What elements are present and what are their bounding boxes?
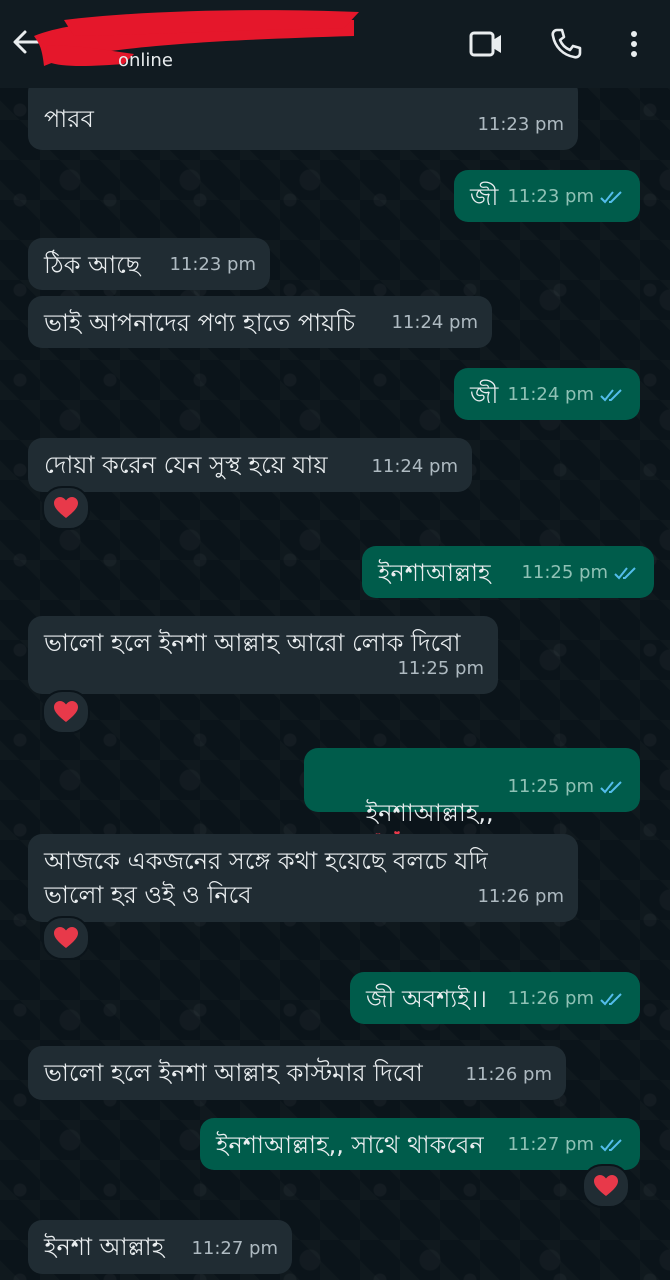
message-incoming[interactable]: ভাই আপনাদের পণ্য হাতে পায়চি 11:24 pm [28,296,492,348]
message-meta: 11:27 pm [191,1232,278,1266]
read-ticks-icon [600,993,622,1006]
message-incoming[interactable]: পারব 11:23 pm [28,78,578,150]
message-list[interactable]: পারব 11:23 pm জী 11:23 pm ঠিক আছে 11:23 … [0,0,670,1280]
message-incoming[interactable]: ইনশা আল্লাহ 11:27 pm [28,1220,292,1274]
heart-icon [594,1175,618,1196]
message-outgoing[interactable]: ইনশাআল্লাহ,, 11:25 pm [304,748,640,859]
redaction-scribble [34,10,359,66]
heart-reaction[interactable] [582,1164,630,1208]
message-meta: 11:24 pm [371,450,458,484]
message-meta: 11:25 pm [521,556,640,590]
message-time: 11:25 pm [507,776,594,797]
message-outgoing[interactable]: জী 11:23 pm [454,170,640,222]
message-time: 11:25 pm [521,562,608,583]
message-meta: 11:23 pm [477,108,564,142]
message-text-span: ইনশাআল্লাহ,, [365,799,494,827]
read-ticks-icon [600,191,622,204]
message-incoming[interactable]: ভালো হলে ইনশা আল্লাহ কাস্টমার দিবো 11:26… [28,1046,566,1100]
message-outgoing[interactable]: জী 11:24 pm [454,368,640,420]
message-incoming[interactable]: দোয়া করেন যেন সুস্থ হয়ে যায় 11:24 pm [28,438,472,492]
message-time: 11:23 pm [169,254,256,275]
message-time: 11:27 pm [191,1238,278,1259]
contact-status: online [118,50,173,71]
message-meta: 11:24 pm [391,306,478,340]
message-incoming[interactable]: ঠিক আছে 11:23 pm [28,238,270,290]
heart-reaction[interactable] [42,916,90,960]
message-time: 11:24 pm [371,456,458,477]
message-time: 11:26 pm [507,988,594,1009]
message-outgoing[interactable]: জী অবশ্যই।। 11:26 pm [350,972,640,1024]
video-call-icon[interactable] [466,24,506,64]
message-meta: 11:24 pm [507,378,626,412]
message-time: 11:27 pm [507,1134,594,1155]
message-meta: 11:25 pm [397,652,484,686]
message-meta: 11:25 pm [507,770,626,804]
message-outgoing[interactable]: ইনশাআল্লাহ 11:25 pm [362,546,654,598]
message-time: 11:23 pm [477,114,564,135]
heart-icon [54,927,78,948]
message-incoming[interactable]: আজকে একজনের সঙ্গে কথা হয়েছে বলচে যদি ভা… [28,834,578,922]
message-time: 11:25 pm [397,658,484,679]
heart-icon [54,701,78,722]
heart-icon [54,497,78,518]
message-meta: 11:27 pm [507,1128,626,1162]
heart-reaction[interactable] [42,690,90,734]
message-time: 11:24 pm [507,384,594,405]
chat-header: online [0,0,670,88]
message-outgoing[interactable]: ইনশাআল্লাহ,, সাথে থাকবেন 11:27 pm [200,1118,640,1170]
read-ticks-icon [614,567,636,580]
read-ticks-icon [600,1139,622,1152]
more-options-icon[interactable] [614,24,654,64]
message-time: 11:24 pm [391,312,478,333]
message-meta: 11:26 pm [477,880,564,914]
message-time: 11:23 pm [507,186,594,207]
read-ticks-icon [600,389,622,402]
message-incoming[interactable]: ভালো হলে ইনশা আল্লাহ আরো লোক দিবো 11:25 … [28,616,498,694]
message-time: 11:26 pm [477,886,564,907]
phone-call-icon[interactable] [546,24,586,64]
message-time: 11:26 pm [465,1064,552,1085]
message-meta: 11:26 pm [465,1058,552,1092]
read-ticks-icon [600,781,622,794]
heart-reaction[interactable] [42,486,90,530]
message-meta: 11:23 pm [507,180,626,214]
message-meta: 11:26 pm [507,982,626,1016]
message-meta: 11:23 pm [169,248,256,282]
